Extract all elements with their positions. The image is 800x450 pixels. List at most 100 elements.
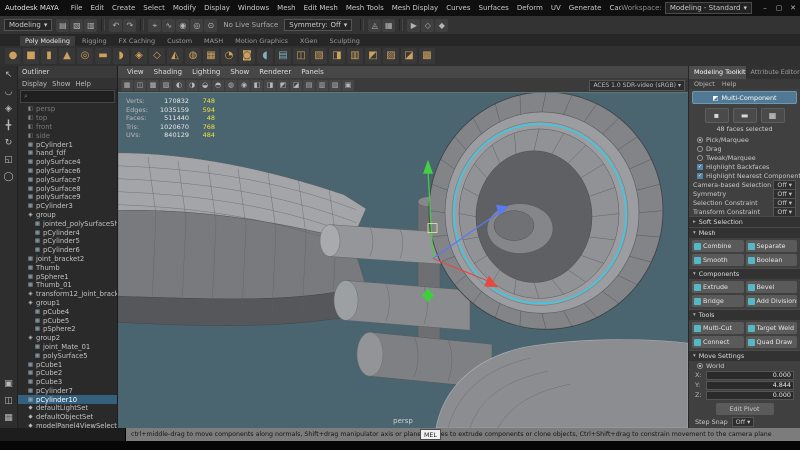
- section-header-tools[interactable]: ▾Tools: [689, 309, 800, 320]
- poly-plane-icon[interactable]: ▬: [95, 48, 111, 64]
- menu-display[interactable]: Display: [200, 4, 234, 12]
- menu-mesh-display[interactable]: Mesh Display: [388, 4, 442, 12]
- selection-mask-icon[interactable]: ▦: [382, 19, 395, 32]
- panel-menu-show[interactable]: Show: [225, 68, 254, 76]
- tab-attribute-editor[interactable]: Attribute Editor: [746, 66, 800, 79]
- new-scene-icon[interactable]: ▤: [56, 19, 69, 32]
- panel-menu-renderer[interactable]: Renderer: [254, 68, 296, 76]
- poly-prism-icon[interactable]: ◇: [149, 48, 165, 64]
- use-all-lights-icon[interactable]: ◐: [173, 80, 185, 91]
- menu-uv[interactable]: UV: [547, 4, 565, 12]
- poly-cone-icon[interactable]: ▲: [59, 48, 75, 64]
- move-tool-icon[interactable]: ╋: [2, 120, 16, 133]
- button-bevel[interactable]: Bevel: [746, 281, 798, 293]
- shadows-icon[interactable]: ◑: [186, 80, 198, 91]
- face-selection-mode-button[interactable]: ▦: [761, 108, 785, 123]
- multi-cut-shelf-icon[interactable]: ▤: [275, 48, 291, 64]
- shelf-tab-xgen[interactable]: XGen: [295, 36, 323, 46]
- section-header-mesh[interactable]: ▾Mesh: [689, 227, 800, 238]
- outliner-item-polysurface6[interactable]: ▦polySurface6: [18, 167, 117, 176]
- panel-menu-panels[interactable]: Panels: [296, 68, 329, 76]
- rotate-tool-icon[interactable]: ↻: [2, 137, 16, 150]
- isolate-select-icon[interactable]: ◧: [251, 80, 263, 91]
- poly-disc-icon[interactable]: ◗: [113, 48, 129, 64]
- outliner-item-pcylinder3[interactable]: ▦pCylinder3: [18, 202, 117, 211]
- minimize-button[interactable]: –: [758, 4, 772, 12]
- snap-to-grid-icon[interactable]: ⌖: [148, 19, 161, 32]
- snap-to-point-icon[interactable]: ◉: [176, 19, 189, 32]
- bridge-shelf-icon[interactable]: ◫: [293, 48, 309, 64]
- shaded-mode-icon[interactable]: ▩: [147, 80, 159, 91]
- button-multi-cut[interactable]: Multi-Cut: [692, 322, 744, 334]
- button-extrude[interactable]: Extrude: [692, 281, 744, 293]
- lasso-tool-icon[interactable]: ◡: [2, 86, 16, 99]
- outliner-item-top[interactable]: ◧top: [18, 114, 117, 123]
- outliner-item-jointed-polysurfaceshape1[interactable]: ▦jointed_polySurfaceShape1: [18, 219, 117, 228]
- ambient-occlusion-icon[interactable]: ◒: [199, 80, 211, 91]
- button-bridge[interactable]: Bridge: [692, 295, 744, 307]
- multi-component-button[interactable]: ◩ Multi-Component: [692, 91, 797, 104]
- outliner-item-psphere2[interactable]: ▦pSphere2: [18, 325, 117, 334]
- sculpt-tool-icon[interactable]: ◖: [257, 48, 273, 64]
- select-tool-icon[interactable]: ↖: [2, 69, 16, 82]
- poly-cube-icon[interactable]: ■: [23, 48, 39, 64]
- resolution-gate-icon[interactable]: ▧: [329, 80, 341, 91]
- button-combine[interactable]: Combine: [692, 240, 744, 252]
- maximize-button[interactable]: ▢: [772, 4, 786, 12]
- outliner-item-pcylinder6[interactable]: ▦pCylinder6: [18, 246, 117, 255]
- render-current-frame-icon[interactable]: ▶: [407, 19, 420, 32]
- outliner-item-polysurface7[interactable]: ▦polySurface7: [18, 175, 117, 184]
- button-separate[interactable]: Separate: [746, 240, 798, 252]
- mirror-shelf-icon[interactable]: ▨: [383, 48, 399, 64]
- construction-history-icon[interactable]: ◬: [368, 19, 381, 32]
- mel-language-toggle[interactable]: MEL: [420, 429, 441, 440]
- gate-mask-icon[interactable]: ▣: [342, 80, 354, 91]
- outliner-item-thumb[interactable]: ▦Thumb: [18, 263, 117, 272]
- menu-surfaces[interactable]: Surfaces: [475, 4, 513, 12]
- poly-torus-icon[interactable]: ◎: [77, 48, 93, 64]
- outliner-item-pcube1[interactable]: ▦pCube1: [18, 360, 117, 369]
- extrude-shelf-icon[interactable]: ▧: [311, 48, 327, 64]
- outliner-item-pcylinder4[interactable]: ▦pCylinder4: [18, 228, 117, 237]
- shelf-tab-sculpting[interactable]: Sculpting: [325, 36, 365, 46]
- outliner-menu-help[interactable]: Help: [75, 80, 91, 88]
- checkbox-highlight-backfaces[interactable]: ✓Highlight Backfaces: [689, 162, 800, 171]
- edit-pivot-button[interactable]: Edit Pivot: [716, 403, 774, 415]
- menu-windows[interactable]: Windows: [234, 4, 273, 12]
- axis-value-field-x[interactable]: 0.000: [706, 371, 794, 380]
- dropdown-transform-constraint[interactable]: Off▾: [773, 207, 796, 217]
- outliner-item-polysurface8[interactable]: ▦polySurface8: [18, 184, 117, 193]
- snap-to-view-plane-icon[interactable]: ⊙: [204, 19, 217, 32]
- wireframe-on-shaded-icon[interactable]: ◩: [277, 80, 289, 91]
- outliner-item-group1[interactable]: ◈group1: [18, 299, 117, 308]
- redo-icon[interactable]: ↷: [123, 19, 136, 32]
- menu-cache[interactable]: Cache: [605, 4, 621, 12]
- anti-aliasing-icon[interactable]: ◍: [225, 80, 237, 91]
- outliner-item-side[interactable]: ◧side: [18, 131, 117, 140]
- toolkit-menu-help[interactable]: Help: [722, 80, 737, 88]
- button-target-weld[interactable]: Target Weld: [746, 322, 798, 334]
- two-pane-layout-button[interactable]: ◫: [2, 395, 16, 408]
- x-ray-icon[interactable]: ◨: [264, 80, 276, 91]
- snap-to-projected-center-icon[interactable]: ◎: [190, 19, 203, 32]
- view-transform-indicator[interactable]: ACES 1.0 SDR-video (sRGB) ▾: [589, 80, 685, 91]
- outliner-item-polysurface4[interactable]: ▦polySurface4: [18, 158, 117, 167]
- menu-create[interactable]: Create: [108, 4, 139, 12]
- menu-deform[interactable]: Deform: [513, 4, 547, 12]
- menu-curves[interactable]: Curves: [442, 4, 474, 12]
- section-header-move-settings[interactable]: ▾ Move Settings: [689, 350, 800, 361]
- outliner-item-pcylinder7[interactable]: ▦pCylinder7: [18, 387, 117, 396]
- poly-pipe-icon[interactable]: ▦: [203, 48, 219, 64]
- edge-selection-mode-button[interactable]: ▬: [733, 108, 757, 123]
- quad-draw-shelf-icon[interactable]: ◪: [401, 48, 417, 64]
- outliner-item-pcube2[interactable]: ▦pCube2: [18, 369, 117, 378]
- ipr-render-icon[interactable]: ◇: [421, 19, 434, 32]
- snap-to-curve-icon[interactable]: ∿: [162, 19, 175, 32]
- button-quad-draw[interactable]: Quad Draw: [746, 336, 798, 348]
- film-gate-icon[interactable]: ▥: [316, 80, 328, 91]
- outliner-item-psphere1[interactable]: ▦pSphere1: [18, 272, 117, 281]
- close-button[interactable]: ✕: [786, 4, 800, 12]
- outliner-item-polysurface5[interactable]: ▦polySurface5: [18, 351, 117, 360]
- shelf-tab-custom[interactable]: Custom: [162, 36, 197, 46]
- poly-soccer-ball-icon[interactable]: ◙: [239, 48, 255, 64]
